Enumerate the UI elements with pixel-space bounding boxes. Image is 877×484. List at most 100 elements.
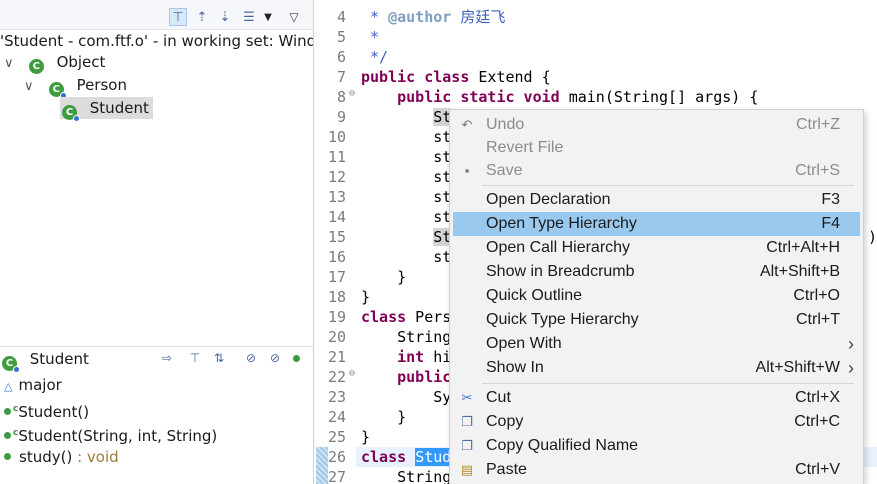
member-item[interactable]: study() : void [4,445,119,469]
member-name: Student() [18,403,90,421]
code-line[interactable]: } [361,407,406,427]
menu-item-shortcut: Ctrl+Alt+H [766,239,840,256]
lock-view-icon[interactable]: ⇨ [158,349,176,367]
show-type-hierarchy-icon[interactable]: ⊤ [169,8,187,26]
menu-item-revert-file[interactable]: Revert File [453,136,860,160]
line-number: 4 [336,8,346,26]
line-number: 26 [327,448,346,466]
menu-item-undo[interactable]: ↶ Undo Ctrl+Z [453,113,860,137]
menu-item-shortcut: Ctrl+S [795,162,840,179]
hide-fields-icon[interactable]: ⊘ [242,349,260,367]
menu-item-open-call-hierarchy[interactable]: Open Call Hierarchy Ctrl+Alt+H [453,236,860,260]
code-line[interactable]: class Pers [361,307,451,327]
members-view-header: C Student ⇨ ⊤ ⇅ ⊘ ⊘ [0,346,313,373]
code-token: * [361,28,380,46]
fold-toggle-icon[interactable]: ⊖ [349,88,355,99]
undo-icon: ↶ [461,117,473,132]
expand-arrow-icon[interactable]: ∨ [24,76,38,98]
tree-item-person[interactable]: ∨ C Person [24,74,127,99]
code-line[interactable]: } [361,287,370,307]
code-line[interactable]: */ [361,47,388,67]
fold-toggle-icon[interactable]: ⊖ [349,368,355,379]
hide-nonpublic-icon[interactable] [288,349,306,367]
code-line[interactable]: public static void main(String[] args) { [361,87,758,107]
code-line[interactable]: st [361,247,451,267]
line-number: 23 [327,388,346,406]
history-dropdown-icon[interactable]: ▼ [259,8,277,26]
line-number: 12 [327,168,346,186]
code-line[interactable]: * [361,27,379,47]
view-menu-icon[interactable]: ▽ [285,8,303,26]
code-token: class [361,308,407,326]
menu-item-shortcut: Ctrl+V [795,461,840,478]
menu-item-label: Revert File [486,139,564,156]
menu-item-paste[interactable]: ▤ Paste Ctrl+V [453,458,860,482]
code-line[interactable]: st [361,147,451,167]
menu-item-quick-type-hierarchy[interactable]: Quick Type Hierarchy Ctrl+T [453,308,860,332]
code-line[interactable]: st [361,207,451,227]
expand-arrow-icon[interactable]: ∨ [4,53,18,75]
menu-item-open-declaration[interactable]: Open Declaration F3 [453,188,860,212]
code-token: st [361,128,452,146]
code-line[interactable]: public [361,367,451,387]
code-line[interactable]: St [361,227,452,247]
menu-item-save[interactable]: ▪ Save Ctrl+S [453,159,860,183]
menu-item-label: Show In [486,359,544,376]
line-number: 5 [336,28,346,46]
code-line[interactable]: st [361,127,451,147]
history-icon[interactable]: ☰ [240,8,258,26]
menu-item-open-type-hierarchy[interactable]: Open Type Hierarchy F4 [453,212,860,236]
class-icon: C [48,82,67,99]
tree-item-label: Person [76,76,127,94]
menu-item-cut[interactable]: ✂ Cut Ctrl+X [453,386,860,410]
code-line[interactable]: } [361,427,370,447]
code-line[interactable]: st [361,187,451,207]
line-number: 20 [327,328,346,346]
show-subtype-hierarchy-icon[interactable]: ⇣ [216,8,234,26]
members-title: C Student [2,348,89,373]
menu-item-open-with[interactable]: Open With › [453,332,860,356]
menu-item-show-in[interactable]: Show In Alt+Shift+W › [453,356,860,380]
code-line[interactable]: String [361,327,451,347]
code-line[interactable]: Sy [361,387,451,407]
member-item[interactable]: cStudent() [4,397,89,421]
menu-item-shortcut: F3 [821,191,840,208]
menu-item-copy-qualified-name[interactable]: ❐ Copy Qualified Name [453,434,860,458]
menu-separator [482,383,854,384]
code-line[interactable]: String [361,467,451,484]
code-line[interactable]: * @author 房廷飞 [361,7,505,27]
code-line[interactable]: public class Extend { [361,67,551,87]
menu-item-label: Open Declaration [486,191,611,208]
code-token: } [361,268,407,286]
menu-item-quick-outline[interactable]: Quick Outline Ctrl+O [453,284,860,308]
menu-item-show-in-breadcrumb[interactable]: Show in Breadcrumb Alt+Shift+B [453,260,860,284]
menu-item-copy[interactable]: ❐ Copy Ctrl+C [453,410,860,434]
line-number-gutter: 4 5 6 7 8 ⊖ 9 10 11 12 13 14 15 16 17 18 19 20 21 22 ⊖ 23 24 25… [316,0,356,484]
menu-item-shortcut: Ctrl+Z [796,116,840,133]
code-line[interactable]: int hi [361,347,451,367]
constructor-icon [4,408,11,415]
hide-static-icon[interactable]: ⊘ [266,349,284,367]
class-icon: C [62,105,80,122]
code-token: Extend { [469,68,551,86]
sort-members-icon[interactable]: ⇅ [210,349,228,367]
code-line[interactable]: St [361,107,452,127]
member-item[interactable]: cStudent(String, int, String) [4,421,217,445]
menu-item-label: Copy [486,413,524,430]
member-item[interactable]: △ major [4,373,62,397]
menu-separator [482,185,854,186]
code-line[interactable]: } [361,267,406,287]
code-token: } [361,428,371,446]
show-supertype-hierarchy-icon[interactable]: ⇡ [193,8,211,26]
code-line[interactable]: st [361,167,451,187]
menu-item-shortcut: F4 [821,215,840,232]
tree-item-object[interactable]: ∨ C Object [4,51,105,75]
show-inherited-members-icon[interactable]: ⊤ [186,349,204,367]
method-icon [4,453,11,460]
menu-item-label: Quick Type Hierarchy [486,311,639,328]
code-line[interactable]: class Stud [361,447,452,467]
tree-item-student[interactable]: C Student [60,97,153,122]
